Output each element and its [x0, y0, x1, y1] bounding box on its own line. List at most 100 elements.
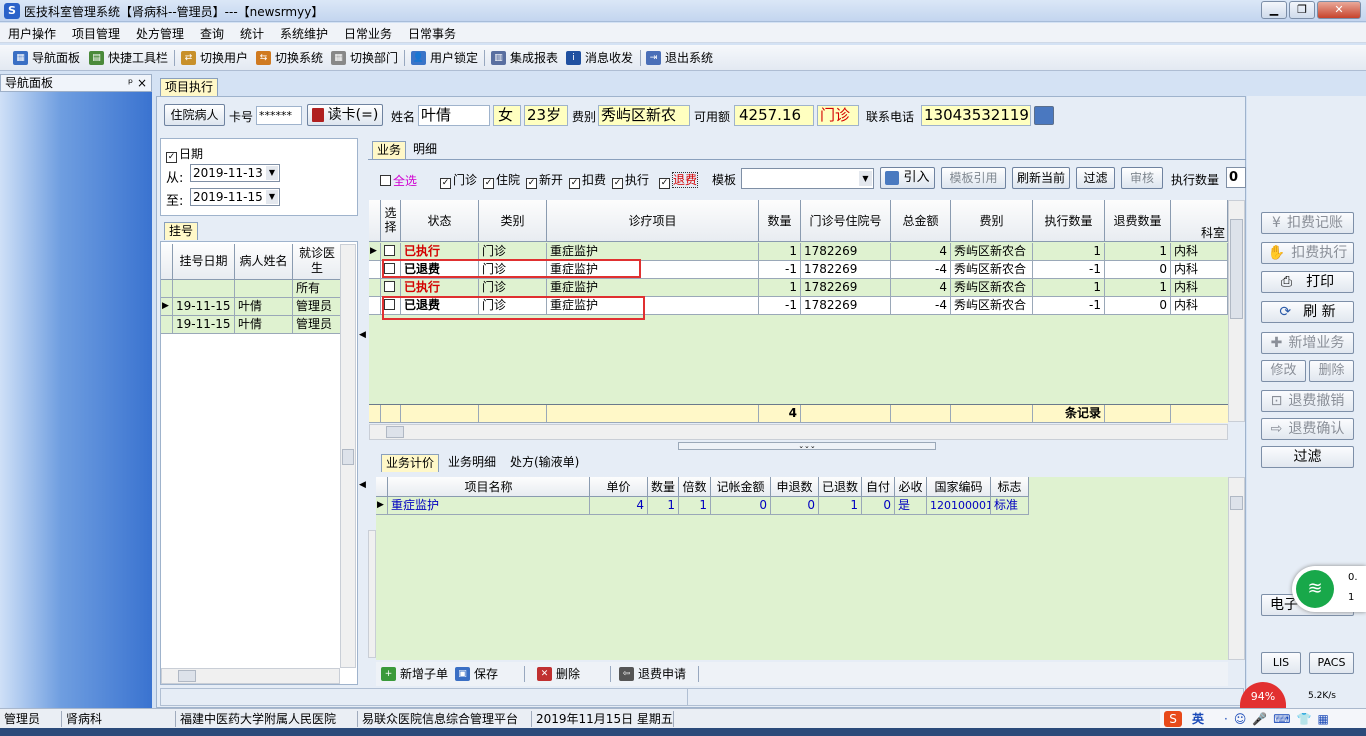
detail-qty[interactable]: 1 [648, 497, 679, 515]
cell-amt[interactable]: 4 [891, 243, 951, 261]
audit-button[interactable]: 审核 [1121, 167, 1163, 189]
cell-amt[interactable]: 4 [891, 279, 951, 297]
detail-left-scroll[interactable] [368, 530, 376, 658]
exec-count-field[interactable]: 0 [1226, 167, 1246, 188]
cell-qty[interactable]: 1 [759, 243, 801, 261]
cell-exec[interactable]: 1 [1033, 243, 1105, 261]
charge-bill-button[interactable]: ¥ 扣费记账 [1261, 212, 1354, 234]
detail-refunded[interactable]: 1 [819, 497, 862, 515]
add-sub-order-button[interactable]: + 新增子单 [380, 665, 448, 683]
cell-exec[interactable]: 1 [1033, 279, 1105, 297]
refund-request-button[interactable]: ⇦ 退费申请 [618, 665, 686, 683]
refresh-button[interactable]: ⟳ 刷 新 [1261, 301, 1354, 323]
exit-system-button[interactable]: ⇥ 退出系统 [645, 49, 713, 67]
menu-daily-biz[interactable]: 日常业务 [344, 25, 392, 42]
cell-fee[interactable]: 秀屿区新农合 [951, 261, 1033, 279]
execute-checkbox[interactable]: ✓ 执行 [612, 171, 649, 189]
outpatient-checkbox[interactable]: ✓ 门诊 [440, 171, 477, 189]
register-hscrollbar[interactable] [161, 668, 340, 684]
tab-prescription[interactable]: 处方(输液单) [506, 454, 583, 472]
read-card-button[interactable]: 读卡(=) [307, 104, 383, 126]
cell-no[interactable]: 1782269 [801, 261, 891, 279]
detail-apply-refund[interactable]: 0 [771, 497, 819, 515]
menu-sys-maint[interactable]: 系统维护 [280, 25, 328, 42]
detail-flag[interactable]: 标准 [991, 497, 1029, 515]
pacs-button[interactable]: PACS [1309, 652, 1354, 674]
network-widget[interactable]: ≋ 0. 1 [1292, 566, 1366, 612]
template-ref-button[interactable]: 模板引用 [941, 167, 1006, 189]
cell-fee[interactable]: 秀屿区新农合 [951, 297, 1033, 315]
new-business-button[interactable]: ✚ 新增业务 [1261, 332, 1354, 354]
to-date-picker[interactable]: 2019-11-15 ▼ [190, 188, 280, 206]
remove-button[interactable]: 删除 [1309, 360, 1354, 382]
tab-detail[interactable]: 明细 [409, 141, 441, 159]
cell-refund[interactable]: 1 [1105, 279, 1171, 297]
nav-panel-close-icon[interactable]: ᵖ × [128, 75, 147, 91]
register-date-cell[interactable]: 19-11-15 [173, 298, 235, 316]
nav-panel-button[interactable]: ▦ 导航面板 [12, 49, 80, 67]
detail-self-pay[interactable]: 0 [862, 497, 895, 515]
cell-status[interactable]: 已执行 [401, 279, 479, 297]
tab-business[interactable]: 业务 [372, 141, 407, 159]
cell-qty[interactable]: -1 [759, 297, 801, 315]
collapse-left-icon-2[interactable]: ◀ [359, 480, 367, 494]
cell-dept[interactable]: 内科 [1171, 297, 1228, 315]
inpatient-button[interactable]: 住院病人 [164, 104, 225, 126]
register-all-row[interactable]: 所有 [293, 280, 341, 298]
detail-item-name[interactable]: 重症监护 [388, 497, 590, 515]
charge-execute-button[interactable]: ✋ 扣费执行 [1261, 242, 1354, 264]
register-vscrollbar[interactable] [340, 244, 356, 668]
table-vscrollbar[interactable] [1228, 200, 1245, 422]
switch-dept-button[interactable]: ▦ 切换部门 [330, 49, 398, 67]
card-number-field[interactable]: ****** [256, 106, 302, 125]
collapse-left-icon[interactable]: ◀ [359, 330, 367, 344]
save-button[interactable]: ▣ 保存 [454, 665, 498, 683]
row-select-checkbox[interactable] [381, 279, 401, 297]
tab-project-execution[interactable]: 项目执行 [160, 78, 219, 96]
integrated-report-button[interactable]: ▥ 集成报表 [490, 49, 558, 67]
cell-no[interactable]: 1782269 [801, 297, 891, 315]
restore-button[interactable]: ❐ [1289, 1, 1315, 19]
cell-qty[interactable]: 1 [759, 279, 801, 297]
refund-checkbox[interactable]: ✓ 退费 [659, 171, 699, 189]
cell-item[interactable]: 重症监护 [547, 279, 759, 297]
menu-query[interactable]: 查询 [200, 25, 224, 42]
refresh-current-button[interactable]: 刷新当前 [1012, 167, 1070, 189]
menu-prescription[interactable]: 处方管理 [136, 25, 184, 42]
messages-button[interactable]: i 消息收发 [565, 49, 633, 67]
menu-item-mgmt[interactable]: 项目管理 [72, 25, 120, 42]
detail-billed-amount[interactable]: 0 [711, 497, 771, 515]
lis-button[interactable]: LIS [1261, 652, 1301, 674]
cell-dept[interactable]: 内科 [1171, 243, 1228, 261]
quick-toolbar-button[interactable]: ▤ 快捷工具栏 [88, 49, 168, 67]
cell-refund[interactable]: 0 [1105, 261, 1171, 279]
minimize-button[interactable]: ▁ [1261, 1, 1287, 19]
cell-refund[interactable]: 1 [1105, 243, 1171, 261]
ime-tools-icon[interactable]: ·☺🎤⌨👕▦ [1220, 711, 1366, 727]
detail-multiplier[interactable]: 1 [679, 497, 711, 515]
inpatient-checkbox[interactable]: ✓ 住院 [483, 171, 520, 189]
cell-amt[interactable]: -4 [891, 261, 951, 279]
sogou-icon[interactable]: S [1164, 711, 1182, 727]
register-doctor-cell[interactable]: 管理员 [293, 316, 341, 334]
save-icon[interactable] [1034, 106, 1054, 125]
cell-amt[interactable]: -4 [891, 297, 951, 315]
cell-cat[interactable]: 门诊 [479, 279, 547, 297]
cell-exec[interactable]: -1 [1033, 261, 1105, 279]
menu-stats[interactable]: 统计 [240, 25, 264, 42]
refund-confirm-button[interactable]: ⇨ 退费确认 [1261, 418, 1354, 440]
date-filter-checkbox[interactable]: ✓ 日期 [166, 145, 203, 163]
new-checkbox[interactable]: ✓ 新开 [526, 171, 563, 189]
select-all-checkbox[interactable]: 全选 [380, 172, 417, 189]
ime-lang[interactable]: 英 [1188, 711, 1210, 727]
import-button[interactable]: 引入 [880, 167, 935, 189]
tab-billing[interactable]: 业务计价 [381, 454, 440, 472]
cell-no[interactable]: 1782269 [801, 279, 891, 297]
filter-button[interactable]: 过滤 [1076, 167, 1115, 189]
switch-system-button[interactable]: ⇆ 切换系统 [255, 49, 323, 67]
refund-revoke-button[interactable]: ⊡ 退费撤销 [1261, 390, 1354, 412]
cell-dept[interactable]: 内科 [1171, 261, 1228, 279]
menu-daily-affairs[interactable]: 日常事务 [408, 25, 456, 42]
detail-unit-price[interactable]: 4 [590, 497, 648, 515]
edit-button[interactable]: 修改 [1261, 360, 1306, 382]
